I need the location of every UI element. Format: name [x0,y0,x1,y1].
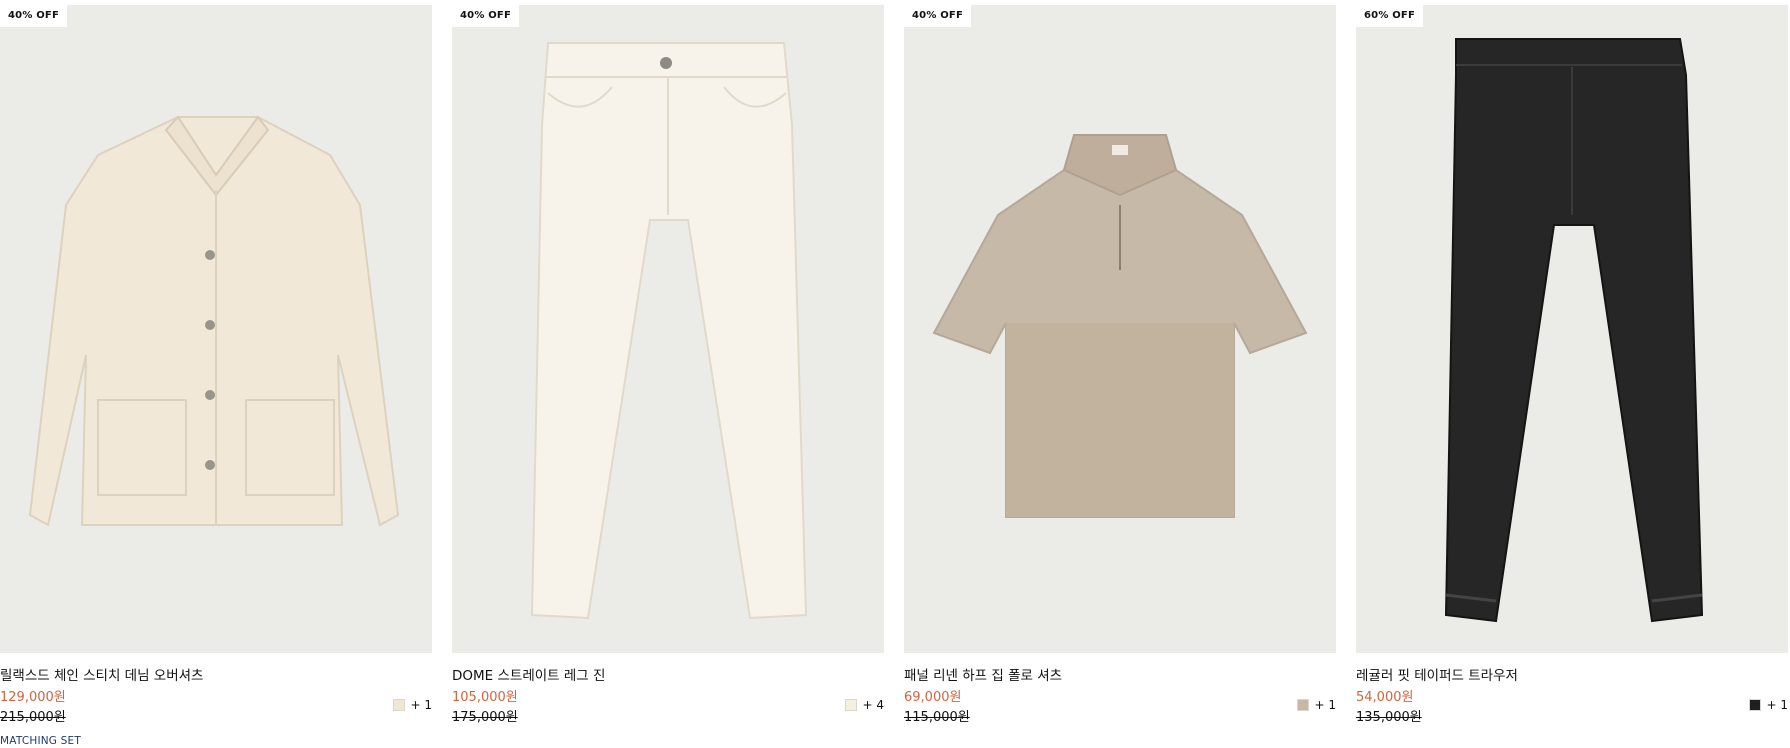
more-colors-count[interactable]: + 1 [1314,698,1336,712]
sale-price: 69,000원 [904,690,962,705]
matching-set-tag[interactable]: MATCHING SET [0,735,81,747]
product-image[interactable]: 60% OFF [1356,5,1788,653]
product-card[interactable]: 40% OFF 패널 리넨 하프 집 폴로 셔츠 69,000원 115,000… [904,5,1336,748]
color-swatch[interactable] [393,699,406,711]
more-colors-count[interactable]: + 1 [1766,698,1788,712]
product-card[interactable]: 40% OFF 릴랙스드 체인 스티치 데님 오버셔츠 129,000원 215… [0,5,432,748]
product-title[interactable]: 릴랙스드 체인 스티치 데님 오버셔츠 [0,664,203,684]
original-price: 215,000원 [0,710,66,725]
overshirt-icon [0,5,432,653]
discount-badge: 40% OFF [0,5,67,27]
product-card[interactable]: 40% OFF DOME 스트레이트 레그 진 105,000원 175,000… [452,5,884,748]
color-swatch[interactable] [845,699,858,711]
discount-badge: 40% OFF [452,5,519,27]
polo-shirt-icon [904,5,1336,653]
product-image[interactable]: 40% OFF [904,5,1336,653]
more-colors-count[interactable]: + 1 [410,698,432,712]
sale-price: 105,000원 [452,690,518,705]
jeans-icon [452,5,884,653]
trousers-icon [1356,5,1788,653]
more-colors-count[interactable]: + 4 [862,698,884,712]
discount-badge: 40% OFF [904,5,971,27]
color-swatch[interactable] [1297,699,1310,711]
original-price: 115,000원 [904,710,970,725]
sale-price: 54,000원 [1356,690,1414,705]
color-swatch[interactable] [1749,699,1762,711]
original-price: 175,000원 [452,710,518,725]
product-title[interactable]: 패널 리넨 하프 집 폴로 셔츠 [904,664,1062,684]
product-image[interactable]: 40% OFF [452,5,884,653]
color-swatches: + 4 [845,697,884,713]
sale-price: 129,000원 [0,690,66,705]
product-card[interactable]: 60% OFF 레귤러 핏 테이퍼드 트라우저 54,000원 135,000원… [1356,5,1788,748]
original-price: 135,000원 [1356,710,1422,725]
product-title[interactable]: DOME 스트레이트 레그 진 [452,664,605,684]
product-grid: 40% OFF 릴랙스드 체인 스티치 데님 오버셔츠 129,000원 215… [0,5,1790,748]
discount-badge: 60% OFF [1356,5,1423,27]
color-swatches: + 1 [393,697,432,713]
product-title[interactable]: 레귤러 핏 테이퍼드 트라우저 [1356,664,1518,684]
product-image[interactable]: 40% OFF [0,5,432,653]
color-swatches: + 1 [1297,697,1336,713]
color-swatches: + 1 [1749,697,1788,713]
